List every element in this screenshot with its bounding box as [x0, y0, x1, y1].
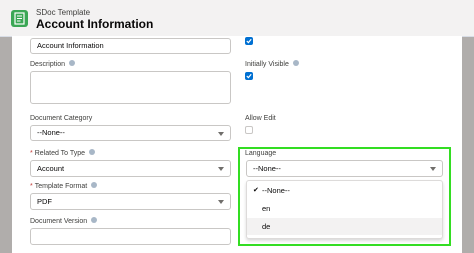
- page-header: SDoc Template Account Information: [0, 0, 474, 37]
- info-icon[interactable]: [69, 60, 76, 67]
- info-icon[interactable]: [91, 217, 98, 224]
- chevron-down-icon: [218, 167, 224, 171]
- document-template-icon: [11, 10, 28, 27]
- document-category-select[interactable]: --None--: [30, 125, 231, 141]
- related-to-type-label: * Related To Type: [30, 149, 96, 157]
- related-to-type-value: Account: [37, 164, 65, 173]
- checkmark-icon: ✔: [253, 187, 259, 194]
- document-category-label: Document Category: [30, 115, 93, 122]
- page-title: Account Information: [36, 17, 154, 31]
- chevron-down-icon: [218, 132, 224, 136]
- document-version-input[interactable]: [30, 228, 231, 245]
- document-category-value: --None--: [37, 128, 65, 137]
- language-option-en[interactable]: en: [247, 200, 442, 217]
- document-version-label: Document Version: [30, 217, 98, 225]
- chevron-down-icon: [218, 200, 224, 204]
- template-format-label: * Template Format: [30, 182, 98, 190]
- initially-visible-label: Initially Visible: [245, 60, 299, 68]
- language-option-de[interactable]: de: [247, 218, 442, 235]
- allow-edit-label: Allow Edit: [245, 115, 276, 122]
- related-to-type-select[interactable]: Account: [30, 160, 231, 177]
- template-format-value: PDF: [37, 197, 52, 206]
- header-subtitle: SDoc Template: [36, 8, 91, 17]
- description-textarea[interactable]: [30, 71, 231, 104]
- template-format-select[interactable]: PDF: [30, 193, 231, 210]
- language-dropdown-list: ✔ --None-- en de: [246, 180, 443, 239]
- info-icon[interactable]: [292, 60, 299, 67]
- language-option-none[interactable]: ✔ --None--: [247, 182, 442, 199]
- info-icon[interactable]: [91, 182, 98, 189]
- description-label: Description: [30, 60, 76, 68]
- info-icon[interactable]: [89, 149, 96, 156]
- allow-edit-checkbox[interactable]: [245, 126, 253, 134]
- template-name-input[interactable]: Account Information: [30, 38, 231, 54]
- active-checkbox[interactable]: [245, 37, 253, 45]
- initially-visible-checkbox[interactable]: [245, 72, 253, 80]
